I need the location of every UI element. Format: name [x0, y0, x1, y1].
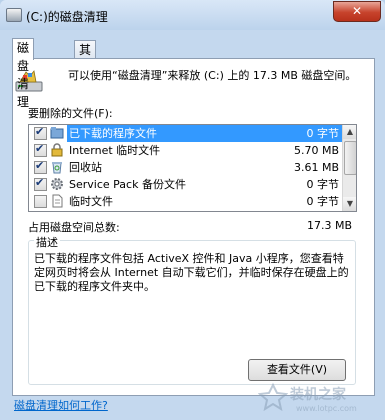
- scroll-up-arrow-icon[interactable]: ▲: [343, 125, 356, 139]
- description-legend: 描述: [34, 234, 60, 250]
- window-title: (C:)的磁盘清理: [26, 10, 108, 24]
- file-name: Internet 临时文件: [69, 144, 161, 157]
- files-list[interactable]: 已下载的程序文件 0 字节 Internet 临时文件 5.70 MB 回收站 …: [28, 124, 357, 212]
- total-space-label: 占用磁盘空间总数:: [28, 221, 120, 234]
- drive-icon: [6, 8, 22, 22]
- vertical-scrollbar[interactable]: ▲ ▼: [342, 125, 356, 211]
- checkbox[interactable]: [34, 142, 47, 157]
- file-name: Service Pack 备份文件: [69, 178, 186, 191]
- list-item[interactable]: 回收站 3.61 MB: [29, 159, 342, 176]
- gear-icon: [51, 178, 63, 190]
- list-item[interactable]: Service Pack 备份文件 0 字节: [29, 176, 342, 193]
- tab-disk-cleanup[interactable]: 磁盘清理: [12, 38, 35, 109]
- close-button[interactable]: ✕: [333, 1, 381, 22]
- file-name: 临时文件: [69, 195, 113, 208]
- files-to-delete-label: 要删除的文件(F):: [28, 107, 113, 120]
- lock-icon: [51, 143, 63, 157]
- scroll-down-arrow-icon[interactable]: ▼: [343, 197, 356, 211]
- list-item[interactable]: 临时文件 0 字节: [29, 193, 342, 210]
- file-size: 3.61 MB: [293, 161, 339, 174]
- file-size: 0 字节: [306, 195, 340, 208]
- scroll-thumb[interactable]: [344, 141, 356, 175]
- description-text: 已下载的程序文件包括 ActiveX 控件和 Java 小程序，您查看特定网页时…: [34, 252, 349, 293]
- checkbox[interactable]: [34, 176, 47, 191]
- summary-text: 可以使用“磁盘清理”来释放 (C:) 上的 17.3 MB 磁盘空间。: [68, 69, 357, 82]
- file-size: 0 字节: [306, 178, 340, 191]
- folder-icon: [50, 127, 64, 139]
- file-size: 0 字节: [306, 127, 340, 140]
- watermark-url: www.lotpc.com: [296, 404, 357, 413]
- disk-cleanup-window: (C:)的磁盘清理 ✕ 磁盘清理 其他选项 可以使用“磁盘清理”来释放 (C:)…: [0, 0, 385, 420]
- help-link[interactable]: 磁盘清理如何工作?: [14, 397, 108, 413]
- recycle-bin-icon: [52, 162, 62, 174]
- title-bar[interactable]: (C:)的磁盘清理 ✕: [0, 0, 385, 30]
- list-item[interactable]: 已下载的程序文件 0 字节: [29, 125, 343, 142]
- tab-more-options[interactable]: 其他选项: [74, 40, 97, 111]
- file-size: 5.70 MB: [293, 144, 339, 157]
- total-space-value: 17.3 MB: [306, 219, 352, 232]
- document-icon: [52, 194, 63, 208]
- file-name: 回收站: [69, 161, 102, 174]
- list-item[interactable]: Internet 临时文件 5.70 MB: [29, 142, 342, 159]
- checkbox[interactable]: [34, 159, 47, 174]
- checkbox[interactable]: [34, 195, 47, 208]
- checkbox[interactable]: [34, 125, 47, 140]
- view-files-button[interactable]: 查看文件(V): [248, 359, 346, 381]
